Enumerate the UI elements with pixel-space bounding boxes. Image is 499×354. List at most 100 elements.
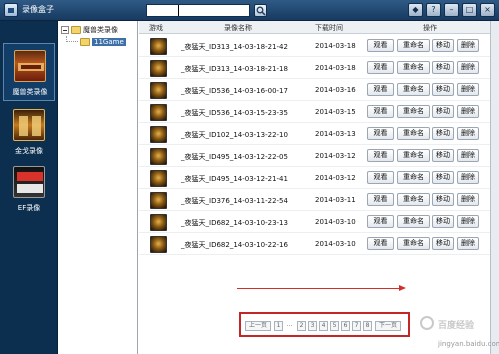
download-date: 2014-03-18 — [315, 42, 356, 50]
move-button[interactable]: 移动 — [432, 149, 454, 162]
page-7-button[interactable]: 7 — [352, 321, 361, 331]
rename-button[interactable]: 重命名 — [397, 83, 430, 96]
help-button[interactable]: ? — [426, 3, 441, 17]
folder-tree: 魔兽类录像 11Game — [58, 21, 138, 354]
move-button[interactable]: 移动 — [432, 193, 454, 206]
download-date: 2014-03-15 — [315, 108, 356, 116]
tree-node-label: 魔兽类录像 — [83, 26, 118, 34]
page-4-button[interactable]: 4 — [319, 321, 328, 331]
download-date: 2014-03-16 — [315, 86, 356, 94]
move-button[interactable]: 移动 — [432, 39, 454, 52]
table-row[interactable]: _夜猛天_ID495_14-03-12-22-05 2014-03-12 观看 重命名… — [139, 145, 490, 167]
replay-name: _夜猛天_ID313_14-03-18-21-42 — [181, 43, 288, 51]
watch-button[interactable]: 观看 — [367, 83, 394, 96]
table-row[interactable]: _夜猛天_ID313_14-03-18-21-42 2014-03-18 观看 重命名… — [139, 35, 490, 57]
replay-name: _夜猛天_ID376_14-03-11-22-54 — [181, 197, 288, 205]
delete-button[interactable]: 删除 — [457, 105, 479, 118]
page-5-button[interactable]: 5 — [330, 321, 339, 331]
rename-button[interactable]: 重命名 — [397, 127, 430, 140]
table-row[interactable]: _夜猛天_ID313_14-03-18-21-18 2014-03-18 观看 重命名… — [139, 57, 490, 79]
watch-button[interactable]: 观看 — [367, 127, 394, 140]
header-game: 游戏 — [149, 24, 163, 32]
annotation-arrow-head — [399, 285, 406, 291]
delete-button[interactable]: 删除 — [457, 149, 479, 162]
watch-button[interactable]: 观看 — [367, 149, 394, 162]
move-button[interactable]: 移动 — [432, 171, 454, 184]
move-button[interactable]: 移动 — [432, 83, 454, 96]
download-date: 2014-03-12 — [315, 174, 356, 182]
watch-button[interactable]: 观看 — [367, 39, 394, 52]
download-date: 2014-03-11 — [315, 196, 356, 204]
rename-button[interactable]: 重命名 — [397, 149, 430, 162]
download-date: 2014-03-10 — [315, 218, 356, 226]
watch-button[interactable]: 观看 — [367, 237, 394, 250]
move-button[interactable]: 移动 — [432, 61, 454, 74]
delete-button[interactable]: 删除 — [457, 83, 479, 96]
page-3-button[interactable]: 3 — [308, 321, 317, 331]
tree-node-root[interactable]: 魔兽类录像 — [61, 24, 118, 36]
delete-button[interactable]: 删除 — [457, 193, 479, 206]
table-row[interactable]: _夜猛天_ID376_14-03-11-22-54 2014-03-11 观看 重命名… — [139, 189, 490, 211]
rename-button[interactable]: 重命名 — [397, 171, 430, 184]
delete-button[interactable]: 删除 — [457, 61, 479, 74]
rename-button[interactable]: 重命名 — [397, 105, 430, 118]
app-title: 录像盒子 — [22, 5, 54, 14]
watch-button[interactable]: 观看 — [367, 105, 394, 118]
delete-button[interactable]: 删除 — [457, 237, 479, 250]
header-actions: 操作 — [423, 24, 437, 32]
maximize-button[interactable]: □ — [462, 3, 477, 17]
vertical-scrollbar[interactable] — [490, 21, 499, 354]
category-jinge[interactable]: 金戈录像 — [3, 103, 55, 161]
table-row[interactable]: _夜猛天_ID536_14-03-15-23-35 2014-03-15 观看 重命名… — [139, 101, 490, 123]
page-ellipsis: ... — [286, 321, 293, 328]
minimize-button[interactable]: – — [444, 3, 459, 17]
warcraft-game-icon — [150, 192, 167, 209]
search-button[interactable] — [254, 4, 267, 17]
category-ef[interactable]: EF录像 — [3, 160, 55, 218]
download-date: 2014-03-18 — [315, 64, 356, 72]
jinge-icon — [13, 109, 45, 141]
rename-button[interactable]: 重命名 — [397, 61, 430, 74]
collapse-icon[interactable] — [61, 26, 69, 34]
move-button[interactable]: 移动 — [432, 127, 454, 140]
watch-button[interactable]: 观看 — [367, 61, 394, 74]
watermark-brand: 百度经验 — [438, 321, 475, 331]
table-row[interactable]: _夜猛天_ID536_14-03-16-00-17 2014-03-16 观看 重命名… — [139, 79, 490, 101]
rename-button[interactable]: 重命名 — [397, 237, 430, 250]
watch-button[interactable]: 观看 — [367, 215, 394, 228]
move-button[interactable]: 移动 — [432, 105, 454, 118]
close-button[interactable]: × — [480, 3, 495, 17]
skin-button[interactable]: ◆ — [408, 3, 423, 17]
watch-button[interactable]: 观看 — [367, 171, 394, 184]
replay-name: _夜猛天_ID536_14-03-15-23-35 — [181, 109, 288, 117]
folder-icon — [71, 26, 81, 34]
table-row[interactable]: _夜猛天_ID682_14-03-10-23-13 2014-03-10 观看 重命名… — [139, 211, 490, 233]
page-2-button[interactable]: 2 — [297, 321, 306, 331]
table-row[interactable]: _夜猛天_ID102_14-03-13-22-10 2014-03-13 观看 重命名… — [139, 123, 490, 145]
page-6-button[interactable]: 6 — [341, 321, 350, 331]
delete-button[interactable]: 删除 — [457, 215, 479, 228]
next-page-button[interactable]: 下一页 — [375, 321, 401, 331]
search-input[interactable] — [146, 4, 250, 17]
title-bar: 录像盒子 ◆ ? – □ × — [0, 0, 499, 21]
watch-button[interactable]: 观看 — [367, 193, 394, 206]
move-button[interactable]: 移动 — [432, 215, 454, 228]
page-1-button[interactable]: 1 — [274, 321, 283, 331]
delete-button[interactable]: 删除 — [457, 39, 479, 52]
table-row[interactable]: _夜猛天_ID682_14-03-10-22-16 2014-03-10 观看 重命名… — [139, 233, 490, 255]
move-button[interactable]: 移动 — [432, 237, 454, 250]
table-row[interactable]: _夜猛天_ID495_14-03-12-21-41 2014-03-12 观看 重命名… — [139, 167, 490, 189]
download-date: 2014-03-13 — [315, 130, 356, 138]
baidu-paw-icon — [420, 316, 434, 330]
page-8-button[interactable]: 8 — [363, 321, 372, 331]
table-header: 游戏 录像名称 下载时间 操作 — [139, 21, 490, 34]
rename-button[interactable]: 重命名 — [397, 193, 430, 206]
prev-page-button[interactable]: 上一页 — [245, 321, 271, 331]
rename-button[interactable]: 重命名 — [397, 39, 430, 52]
tree-node-11game[interactable]: 11Game — [80, 36, 126, 48]
folder-icon — [80, 38, 90, 46]
delete-button[interactable]: 删除 — [457, 171, 479, 184]
category-warcraft[interactable]: 魔兽类录像 — [3, 43, 55, 101]
rename-button[interactable]: 重命名 — [397, 215, 430, 228]
delete-button[interactable]: 删除 — [457, 127, 479, 140]
